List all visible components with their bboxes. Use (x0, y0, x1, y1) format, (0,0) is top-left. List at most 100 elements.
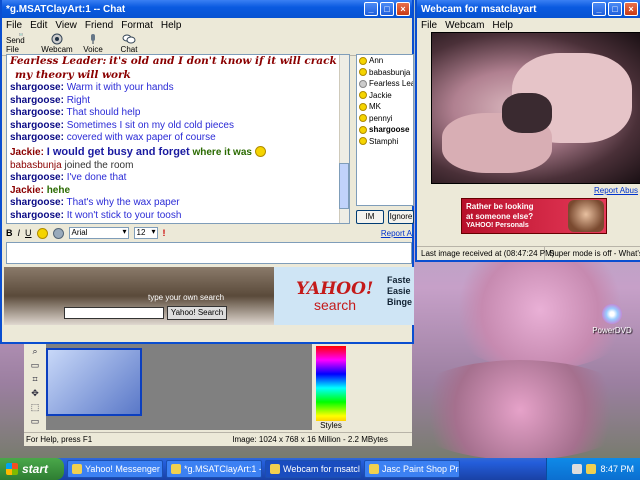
taskbar-item-webcam[interactable]: Webcam for msatclay... (265, 460, 361, 478)
yahoo-search-ad[interactable]: type your own search Yahoo! Search YAHOO… (4, 267, 414, 325)
webcam-button[interactable]: Webcam (41, 33, 73, 54)
chat-message: shargoose: covered with wax paper of cou… (7, 132, 349, 145)
message-sender: shargoose: (10, 82, 64, 93)
im-button[interactable]: IM (356, 210, 384, 224)
webcam-window: Webcam for msatclayart _ □ × File Webcam… (415, 0, 640, 262)
message-text: That should help (66, 107, 141, 118)
clock[interactable]: 8:47 PM (600, 464, 634, 474)
taskbar-item-paint-shop[interactable]: Jasc Paint Shop Pro -... (364, 460, 460, 478)
psp-workspace[interactable] (46, 344, 312, 430)
ad-search-label: type your own search (148, 293, 225, 302)
webcam-icon (270, 464, 280, 474)
report-link[interactable]: Report A (381, 229, 412, 238)
message-text-2: where it was (192, 146, 252, 158)
font-size-select[interactable]: 12 (133, 227, 158, 239)
start-button[interactable]: start (0, 458, 64, 480)
menu-file[interactable]: File (421, 20, 437, 31)
chat-message: Fearless Leader: it's old and I don't kn… (7, 55, 349, 69)
menu-edit[interactable]: Edit (30, 20, 47, 31)
chat-transcript[interactable]: Fearless Leader: it's old and I don't kn… (6, 54, 350, 224)
user-list-item[interactable]: Jackie (357, 90, 413, 102)
color-palette[interactable]: Styles (316, 346, 346, 430)
ad-search-input[interactable] (64, 307, 164, 319)
start-label: start (22, 462, 49, 476)
user-list-item[interactable]: Stamphi (357, 136, 413, 148)
chat-message: shargoose: That's why the wax paper (7, 197, 349, 210)
close-icon[interactable]: × (396, 2, 410, 16)
ad-search-button[interactable]: Yahoo! Search (167, 306, 227, 320)
crop-icon[interactable]: ⌗ (28, 374, 42, 386)
menu-help[interactable]: Help (492, 20, 513, 31)
webcam-titlebar[interactable]: Webcam for msatclayart _ □ × (417, 0, 640, 18)
message-text: covered with wax paper of course (66, 132, 216, 143)
last-image-status: Last image received at (08:47:24 PM) (417, 247, 554, 260)
underline-button[interactable]: U (25, 228, 32, 238)
chat-icon (171, 464, 181, 474)
user-list-item[interactable]: MK (357, 101, 413, 113)
text-tool-icon[interactable]: ▭ (28, 416, 42, 428)
status-image-info: Image: 1024 x 768 x 16 Million - 2.2 MBy… (232, 435, 388, 444)
user-list-item[interactable]: pennyi (357, 113, 413, 125)
menu-friend[interactable]: Friend (85, 20, 113, 31)
task-label: Yahoo! Messenger (I... (85, 464, 162, 474)
message-input[interactable] (6, 242, 412, 264)
super-mode-status[interactable]: Super mode is off - What's this (545, 247, 640, 260)
report-abuse-link[interactable]: Report Abus (594, 186, 638, 195)
maximize-icon[interactable]: □ (380, 2, 394, 16)
ad-headline-1: Rather be looking (466, 202, 534, 211)
send-file-button[interactable]: Send File (6, 33, 36, 54)
task-label: *g.MSATClayArt:1 -... (184, 464, 262, 474)
menu-file[interactable]: File (6, 20, 22, 31)
taskbar-item-messenger[interactable]: Yahoo! Messenger (I... (67, 460, 163, 478)
user-list-item[interactable]: Ann (357, 55, 413, 67)
paint-shop-icon (369, 464, 379, 474)
font-name-select[interactable]: Arial (68, 227, 129, 239)
taskbar-item-chat[interactable]: *g.MSATClayArt:1 -... (166, 460, 262, 478)
user-list-item[interactable]: Fearless Leader (357, 78, 413, 90)
voice-button[interactable]: Voice (78, 33, 108, 54)
image-thumbnail[interactable] (46, 348, 142, 416)
smiley-icon (254, 146, 266, 158)
windows-flag-icon (6, 463, 18, 475)
chat-message: shargoose: It won't stick to your toosh (7, 210, 349, 223)
selection-icon[interactable]: ⬚ (28, 402, 42, 414)
yahoo-personals-ad[interactable]: Rather be looking at someone else? YAHOO… (461, 198, 607, 234)
ignore-button[interactable]: Ignore (388, 210, 414, 224)
zoom-icon[interactable]: ⌕ (28, 346, 42, 358)
tray-network-icon[interactable] (572, 464, 583, 474)
color-picker-icon[interactable] (52, 227, 64, 239)
room-user-list[interactable]: Ann babasbunja Fearless Leader Jackie MK… (356, 54, 414, 206)
menu-format[interactable]: Format (121, 20, 153, 31)
tray-messenger-icon[interactable] (586, 464, 597, 474)
minimize-icon[interactable]: _ (364, 2, 378, 16)
italic-button[interactable]: I (18, 228, 21, 238)
bold-button[interactable]: B (6, 228, 13, 238)
user-list-item[interactable]: babasbunja (357, 67, 413, 79)
chat-message: shargoose: Right (7, 95, 349, 108)
chat-button[interactable]: Chat (114, 33, 144, 54)
menu-webcam[interactable]: Webcam (445, 20, 484, 31)
webcam-clay-piece (502, 93, 552, 133)
chat-titlebar[interactable]: *g.MSATClayArt:1 -- Chat _ □ × (2, 0, 412, 18)
maximize-icon[interactable]: □ (608, 2, 622, 16)
menu-view[interactable]: View (55, 20, 77, 31)
emoticon-picker-icon[interactable] (36, 227, 48, 239)
minimize-icon[interactable]: _ (592, 2, 606, 16)
ad-portrait (568, 200, 604, 232)
move-icon[interactable]: ✥ (28, 388, 42, 400)
message-sender: shargoose: (10, 209, 64, 221)
chat-scrollbar[interactable] (339, 55, 349, 223)
buzz-icon[interactable]: ! (163, 228, 166, 238)
message-text: joined the room (64, 159, 134, 171)
deform-icon[interactable]: ▭ (28, 360, 42, 372)
scrollbar-thumb[interactable] (339, 163, 349, 209)
chat-message: Jackie: I would get busy and forget wher… (7, 145, 349, 160)
user-list-item[interactable]: shargoose (357, 124, 413, 136)
task-label: Webcam for msatclay... (283, 464, 360, 474)
message-text: I've done that (66, 172, 127, 183)
desktop-icon-powerdvd[interactable]: PowerDVD (590, 304, 634, 335)
menu-help[interactable]: Help (161, 20, 182, 31)
close-icon[interactable]: × (624, 2, 638, 16)
webcam-menubar: File Webcam Help (417, 18, 640, 32)
user-name: babasbunja (369, 67, 411, 77)
